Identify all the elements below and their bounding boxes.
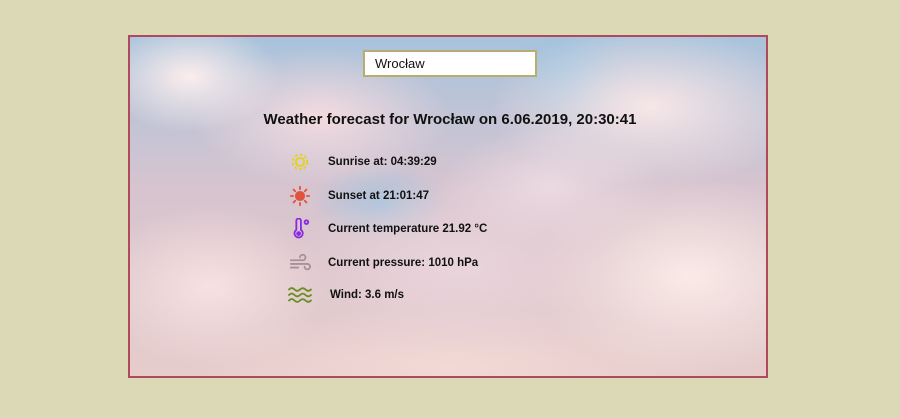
pressure-label: Current pressure: 1010 hPa (328, 257, 479, 269)
sunset-label: Sunset at 21:01:47 (328, 190, 429, 202)
wind-label: Wind: 3.6 m/s (330, 289, 405, 301)
sunrise-row: Sunrise at: 04:39:29 (288, 150, 437, 174)
sunrise-icon (288, 150, 312, 174)
pressure-row: Current pressure: 1010 hPa (288, 251, 478, 275)
temperature-row: Current temperature 21.92 °C (288, 217, 487, 241)
city-search-input[interactable] (363, 50, 537, 77)
wind-waves-icon (288, 283, 312, 307)
temperature-label: Current temperature 21.92 °C (328, 223, 488, 235)
weather-panel: Weather forecast for Wrocław on 6.06.201… (128, 35, 768, 378)
pressure-wind-icon (288, 251, 312, 275)
wind-row: Wind: 3.6 m/s (288, 283, 404, 307)
sunset-row: Sunset at 21:01:47 (288, 184, 429, 208)
sunrise-label: Sunrise at: 04:39:29 (328, 156, 437, 168)
forecast-title: Weather forecast for Wrocław on 6.06.201… (263, 111, 637, 128)
thermometer-icon (288, 217, 312, 241)
sunset-icon (288, 184, 312, 208)
